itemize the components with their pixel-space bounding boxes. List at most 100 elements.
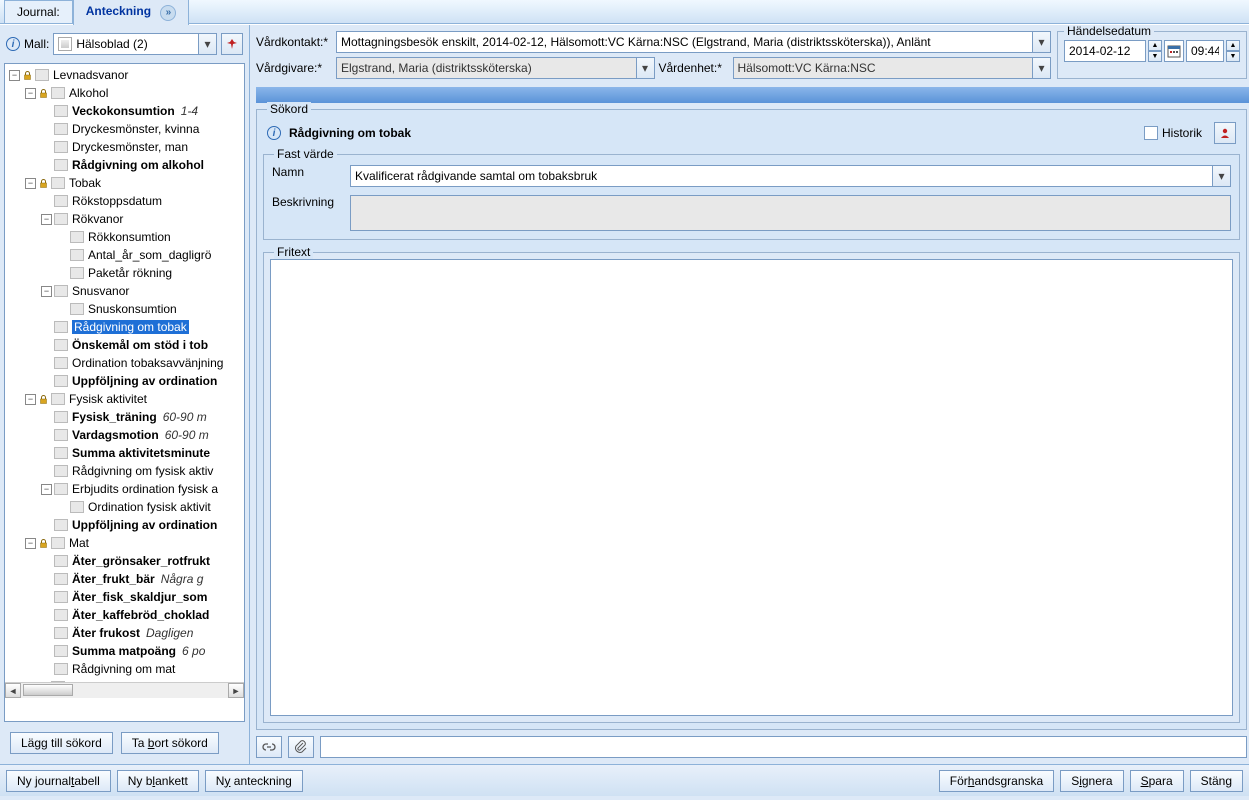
scroll-left-button[interactable]: ◄ — [5, 683, 21, 698]
time-spinner[interactable]: ▲▼ — [1226, 40, 1240, 62]
tab-arrow-icon[interactable]: » — [160, 5, 176, 21]
toggle-icon[interactable]: − — [25, 538, 36, 549]
toggle-icon[interactable]: − — [41, 214, 52, 225]
tree-node[interactable]: Äter frukostDagligen — [5, 624, 244, 642]
node-icon — [54, 195, 68, 207]
namn-value: Kvalificerat rådgivande samtal om tobaks… — [355, 169, 597, 183]
tree-label: Äter frukost — [72, 626, 140, 640]
btn-label: Lägg till sökord — [21, 736, 102, 750]
add-keyword-button[interactable]: Lägg till sökord — [10, 732, 113, 754]
node-icon — [54, 465, 68, 477]
fritext-textarea[interactable] — [270, 259, 1233, 716]
pin-button[interactable] — [221, 33, 243, 55]
node-icon — [54, 411, 68, 423]
tree-node[interactable]: Rökkonsumtion — [5, 228, 244, 246]
tab-journal[interactable]: Journal: — [4, 0, 73, 23]
tree-node[interactable]: Äter_fisk_skaldjur_som — [5, 588, 244, 606]
mall-select[interactable]: Hälsoblad (2) ▾ — [53, 33, 217, 55]
tree-node[interactable]: −Tobak — [5, 174, 244, 192]
tree-node[interactable]: Ordination fysisk aktivit — [5, 498, 244, 516]
attachment-button[interactable] — [288, 736, 314, 758]
tree-node[interactable]: Rådgivning om mat — [5, 660, 244, 678]
node-icon — [54, 573, 68, 585]
btn-label: Ny blankett — [128, 774, 188, 788]
info-icon[interactable]: i — [6, 37, 20, 51]
tree-node[interactable]: Äter_frukt_bärNågra g — [5, 570, 244, 588]
ny-journaltabell-button[interactable]: Ny journaltabell — [6, 770, 111, 792]
stang-button[interactable]: Stäng — [1190, 770, 1243, 792]
vardgivare-select[interactable]: Elgstrand, Maria (distriktssköterska) ▾ — [336, 57, 655, 79]
lock-icon — [38, 394, 49, 405]
historik-checkbox[interactable] — [1144, 126, 1158, 140]
attachment-field[interactable] — [320, 736, 1247, 758]
tree-node[interactable]: −Alkohol — [5, 84, 244, 102]
toggle-icon[interactable]: − — [25, 178, 36, 189]
tree-node[interactable]: Summa matpoäng6 po — [5, 642, 244, 660]
remove-keyword-button[interactable]: Ta bort sökord — [121, 732, 219, 754]
ny-blankett-button[interactable]: Ny blankett — [117, 770, 199, 792]
tree-node[interactable]: Dryckesmönster, kvinna — [5, 120, 244, 138]
node-icon — [51, 537, 65, 549]
horizontal-scrollbar[interactable]: ◄ ► — [5, 682, 244, 698]
top-tab-bar: Journal: Anteckning » — [0, 0, 1249, 24]
node-icon — [54, 447, 68, 459]
toggle-icon[interactable]: − — [25, 394, 36, 405]
tree-label: Önskemål om stöd i tob — [72, 338, 208, 352]
tree-node[interactable]: Veckokonsumtion1-4 — [5, 102, 244, 120]
tree-node[interactable]: −Rökvanor — [5, 210, 244, 228]
fritext-legend: Fritext — [274, 245, 313, 259]
tree-node[interactable]: Rökstoppsdatum — [5, 192, 244, 210]
tree-node[interactable]: Äter_kaffebröd_choklad — [5, 606, 244, 624]
spara-button[interactable]: Spara — [1130, 770, 1184, 792]
tree-node[interactable]: −Erbjudits ordination fysisk a — [5, 480, 244, 498]
toggle-icon[interactable]: − — [41, 484, 52, 495]
tree-node[interactable]: Rådgivning om fysisk aktiv — [5, 462, 244, 480]
tree-node[interactable]: Uppföljning av ordination — [5, 516, 244, 534]
toggle-icon[interactable]: − — [9, 70, 20, 81]
tree-node[interactable]: Äter_grönsaker_rotfrukt — [5, 552, 244, 570]
toggle-icon[interactable]: − — [41, 286, 52, 297]
tree-node[interactable]: −Fysisk aktivitet — [5, 390, 244, 408]
tree-node[interactable]: Vardagsmotion60-90 m — [5, 426, 244, 444]
toggle-icon[interactable]: − — [25, 88, 36, 99]
tree-node[interactable]: Rådgivning om alkohol — [5, 156, 244, 174]
tree-label: Ordination tobaksavvänjning — [72, 356, 223, 370]
tree-node[interactable]: −Snusvanor — [5, 282, 244, 300]
namn-select[interactable]: Kvalificerat rådgivande samtal om tobaks… — [350, 165, 1231, 187]
lock-icon — [38, 538, 49, 549]
tree-node[interactable]: −Levnadsvanor — [5, 66, 244, 84]
tree-node[interactable]: Fysisk_träning60-90 m — [5, 408, 244, 426]
date-spinner[interactable]: ▲▼ — [1148, 40, 1162, 62]
tree-node[interactable]: Summa aktivitetsminute — [5, 444, 244, 462]
tab-anteckning[interactable]: Anteckning » — [73, 0, 190, 25]
tree-node[interactable]: Paketår rökning — [5, 264, 244, 282]
tree-node[interactable]: Uppföljning av ordination — [5, 372, 244, 390]
vardkontakt-select[interactable]: Mottagningsbesök enskilt, 2014-02-12, Hä… — [336, 31, 1051, 53]
person-button[interactable] — [1214, 122, 1236, 144]
time-input[interactable] — [1186, 40, 1224, 62]
scroll-right-button[interactable]: ► — [228, 683, 244, 698]
tree-meta: 60-90 m — [163, 410, 207, 424]
tree-node[interactable]: Rådgivning om tobak — [5, 318, 244, 336]
beskrivning-label: Beskrivning — [272, 195, 344, 231]
tree-node[interactable]: Dryckesmönster, man — [5, 138, 244, 156]
tree-node[interactable]: Ordination tobaksavvänjning — [5, 354, 244, 372]
tree-meta: 1-4 — [181, 104, 198, 118]
vardenhet-select[interactable]: Hälsomott:VC Kärna:NSC ▾ — [733, 57, 1052, 79]
right-panel: Vårdkontakt:* Mottagningsbesök enskilt, … — [250, 25, 1249, 764]
tree-label: Vardagsmotion — [72, 428, 159, 442]
tree[interactable]: −Levnadsvanor−AlkoholVeckokonsumtion1-4D… — [5, 64, 244, 682]
tree-node[interactable]: Snuskonsumtion — [5, 300, 244, 318]
ny-anteckning-button[interactable]: Ny anteckning — [205, 770, 303, 792]
calendar-icon[interactable] — [1164, 40, 1184, 62]
forhandsgranska-button[interactable]: Förhandsgranska — [939, 770, 1054, 792]
link-button[interactable] — [256, 736, 282, 758]
signera-button[interactable]: Signera — [1060, 770, 1123, 792]
scroll-thumb[interactable] — [23, 684, 73, 696]
tree-node[interactable]: Antal_år_som_dagligrö — [5, 246, 244, 264]
tree-node[interactable]: Önskemål om stöd i tob — [5, 336, 244, 354]
date-input[interactable] — [1064, 40, 1146, 62]
info-icon[interactable]: i — [267, 126, 281, 140]
node-icon — [54, 123, 68, 135]
tree-node[interactable]: −Mat — [5, 534, 244, 552]
